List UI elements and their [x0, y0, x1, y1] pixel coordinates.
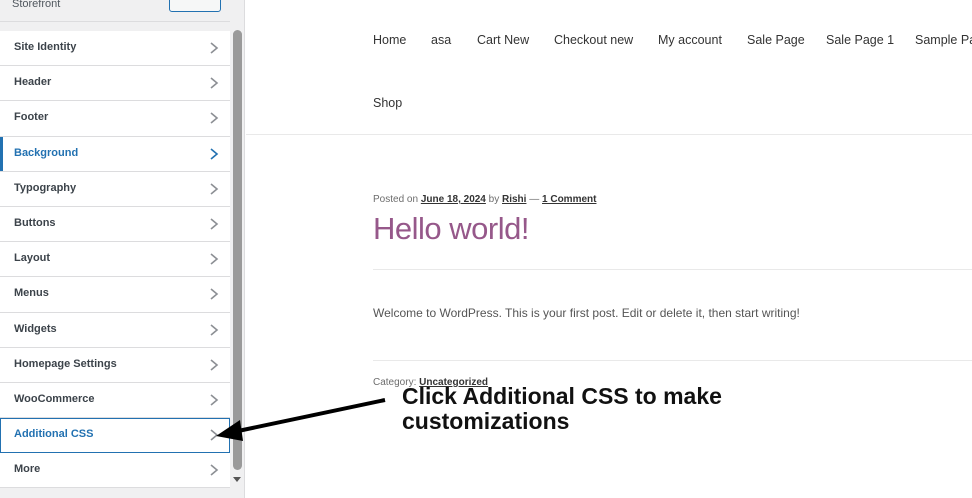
nav-link-sample-page[interactable]: Sample Pa — [915, 33, 972, 47]
chevron-right-icon — [210, 147, 219, 160]
chevron-right-icon — [210, 288, 219, 300]
chevron-right-icon — [210, 112, 219, 124]
sidebar-item-background[interactable]: Background — [0, 136, 230, 172]
annotation-text: Click Additional CSS to make customizati… — [402, 384, 822, 434]
sidebar-item-layout[interactable]: Layout — [0, 242, 230, 278]
nav-link-sale-page[interactable]: Sale Page — [747, 33, 805, 47]
sidebar-item-menus[interactable]: Menus — [0, 277, 230, 313]
post-comments-link[interactable]: 1 Comment — [542, 194, 596, 205]
post-divider — [373, 269, 972, 270]
sidebar-item-label: Header — [14, 76, 52, 89]
annotation-line: Click Additional CSS to make — [402, 383, 722, 409]
chevron-right-icon — [210, 323, 219, 336]
sidebar-item-woocommerce[interactable]: WooCommerce — [0, 382, 230, 419]
chevron-right-icon — [210, 253, 219, 265]
nav-link-shop[interactable]: Shop — [373, 96, 402, 110]
sidebar-item-site-identity[interactable]: Site Identity — [0, 31, 230, 67]
sidebar-item-label: Additional CSS — [14, 428, 94, 441]
sidebar-item-label: Background — [14, 146, 79, 159]
sidebar-item-label: More — [14, 463, 41, 476]
sidebar-item-label: Homepage Settings — [14, 357, 117, 370]
screenshot-root: Storefront Site Identity Header Footer B… — [0, 0, 972, 498]
posted-on-label: Posted on — [373, 194, 419, 205]
chevron-right-icon — [210, 77, 219, 89]
by-label: by — [488, 194, 500, 205]
sidebar-item-label: Layout — [14, 252, 51, 265]
chevron-right-icon — [210, 429, 219, 441]
sidebar-item-label: Typography — [14, 181, 77, 194]
sidebar-item-label: Footer — [14, 111, 49, 124]
post-title[interactable]: Hello world! — [373, 211, 529, 247]
change-theme-button[interactable] — [169, 0, 221, 12]
annotation-line: customizations — [402, 408, 570, 434]
nav-link-cart-new[interactable]: Cart New — [477, 33, 529, 47]
nav-link-home[interactable]: Home — [373, 33, 406, 47]
post-divider — [373, 360, 972, 361]
sidebar-item-footer[interactable]: Footer — [0, 101, 230, 137]
sidebar-item-homepage-settings[interactable]: Homepage Settings — [0, 347, 230, 383]
chevron-right-icon — [210, 42, 219, 54]
customizer-menu: Site Identity Header Footer Background T… — [0, 31, 230, 489]
sidebar-item-label: Widgets — [14, 322, 57, 335]
scrollbar-thumb[interactable] — [233, 30, 242, 470]
post-body: Welcome to WordPress. This is your first… — [373, 306, 800, 320]
sidebar-item-typography[interactable]: Typography — [0, 171, 230, 207]
meta-separator: — — [529, 194, 540, 205]
nav-link-asa[interactable]: asa — [431, 33, 451, 47]
sidebar-item-additional-css[interactable]: Additional CSS — [0, 418, 230, 454]
nav-link-my-account[interactable]: My account — [658, 33, 722, 47]
post-author-link[interactable]: Rishi — [502, 194, 526, 205]
chevron-right-icon — [210, 183, 219, 195]
sidebar-item-widgets[interactable]: Widgets — [0, 312, 230, 348]
active-theme-header: Storefront — [0, 0, 230, 22]
sidebar-item-label: Buttons — [14, 216, 56, 229]
customizer-sidebar: Storefront Site Identity Header Footer B… — [0, 0, 245, 498]
post-meta: Posted on June 18, 2024 by Rishi — 1 Com… — [373, 194, 596, 205]
sidebar-item-buttons[interactable]: Buttons — [0, 206, 230, 243]
scroll-down-arrow-icon[interactable] — [232, 474, 242, 484]
sidebar-item-label: WooCommerce — [14, 392, 95, 405]
sidebar-item-label: Site Identity — [14, 41, 77, 53]
sidebar-item-label: Menus — [14, 287, 49, 300]
nav-link-checkout-new[interactable]: Checkout new — [554, 33, 633, 47]
chevron-right-icon — [210, 218, 219, 230]
theme-name: Storefront — [12, 0, 61, 10]
post-date-link[interactable]: June 18, 2024 — [421, 194, 486, 205]
sidebar-item-more[interactable]: More — [0, 453, 230, 489]
chevron-right-icon — [210, 394, 219, 406]
chevron-right-icon — [210, 359, 219, 371]
sidebar-item-header[interactable]: Header — [0, 66, 230, 102]
header-divider — [246, 134, 972, 135]
chevron-right-icon — [210, 464, 219, 476]
nav-link-sale-page-1[interactable]: Sale Page 1 — [826, 33, 894, 47]
